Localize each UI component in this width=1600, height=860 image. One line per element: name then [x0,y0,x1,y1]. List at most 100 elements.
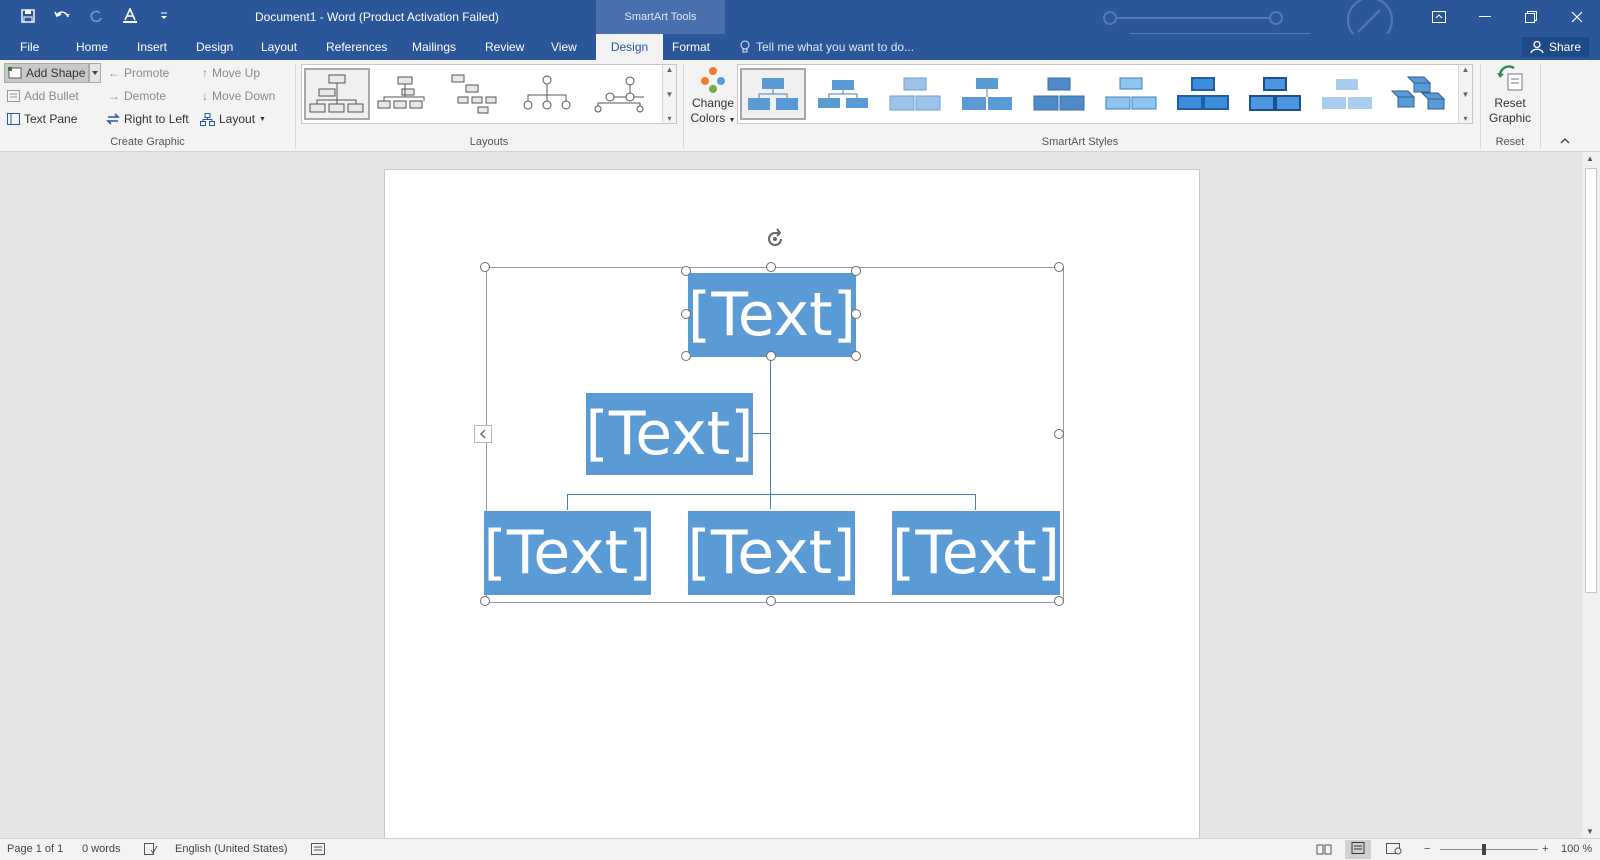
redo-icon[interactable] [86,6,106,26]
move-up-button[interactable]: ↑ Move Up [202,63,260,83]
smartart-child-node-3[interactable]: [Text] [892,511,1060,595]
style-option-intense-effect[interactable] [1026,68,1092,120]
customize-quick-access-icon[interactable] [154,6,174,26]
tab-review[interactable]: Review [475,34,534,60]
add-shape-icon [8,67,22,79]
title-bar: Document1 - Word (Product Activation Fai… [0,0,1600,60]
resize-handle-bottom-right[interactable] [1054,596,1064,606]
smartart-child-node-1[interactable]: [Text] [483,511,652,595]
style-option-brick-scene[interactable] [1386,68,1452,120]
node-handle-right[interactable] [851,309,861,319]
page-count[interactable]: Page 1 of 1 [7,843,63,855]
smartart-assistant-node[interactable]: [Text] [585,393,754,475]
zoom-slider-track[interactable] [1440,849,1538,850]
tab-view[interactable]: View [541,34,587,60]
zoom-slider-thumb[interactable] [1482,844,1486,855]
style-option-subtle-effect[interactable] [882,68,948,120]
smartart-top-node[interactable]: [Text] [688,273,856,357]
tab-mailings[interactable]: Mailings [402,34,466,60]
proofing-icon[interactable] [144,843,158,858]
scroll-up-icon[interactable]: ▲ [1586,154,1594,163]
layout-option-hierarchy[interactable] [586,68,652,120]
style-option-simple-fill[interactable] [740,68,806,120]
connector-right-drop [975,494,976,510]
node-handle-top-left[interactable] [681,266,691,276]
layout-option-name-title-org-chart[interactable] [372,68,438,120]
layouts-gallery[interactable]: ▲ ▼ ▾ [301,64,677,124]
layouts-gallery-scroll[interactable]: ▲ ▼ ▾ [662,65,676,123]
arrow-down-icon: ↓ [202,89,208,103]
text-pane-button[interactable]: Text Pane [7,109,77,129]
group-separator [295,64,296,148]
tab-smartart-design[interactable]: Design [596,34,663,60]
layout-option-org-chart[interactable] [304,68,370,120]
move-down-button[interactable]: ↓ Move Down [202,86,275,106]
print-layout-icon[interactable] [1345,840,1371,859]
layout-option-half-circle-org-chart[interactable] [444,68,510,120]
share-button[interactable]: Share [1522,37,1590,57]
tab-layout[interactable]: Layout [251,34,307,60]
tab-file[interactable]: File [10,34,49,60]
add-shape-button[interactable]: Add Shape [4,63,90,83]
tab-references[interactable]: References [316,34,397,60]
style-option-white-outline[interactable] [810,68,876,120]
ribbon-display-options-icon[interactable] [1416,0,1462,34]
style-option-cartoon[interactable] [1242,68,1308,120]
zoom-out-icon[interactable]: − [1424,843,1430,855]
right-to-left-button[interactable]: Right to Left [106,109,189,129]
restore-icon[interactable] [1508,0,1554,34]
tab-insert[interactable]: Insert [127,34,177,60]
close-icon[interactable] [1554,0,1600,34]
node-handle-bottom-left[interactable] [681,351,691,361]
scroll-down-icon[interactable]: ▼ [1586,827,1594,836]
style-option-moderate-effect[interactable] [954,68,1020,120]
smartart-styles-gallery[interactable]: ▲ ▼ ▾ [737,64,1473,124]
reset-graphic-button[interactable]: Reset Graphic [1484,64,1536,126]
resize-handle-top[interactable] [766,262,776,272]
resize-handle-bottom[interactable] [766,596,776,606]
minimize-icon[interactable] [1462,0,1508,34]
language-indicator[interactable]: English (United States) [175,843,288,855]
demote-button[interactable]: → Demote [108,86,166,106]
rotate-handle-icon[interactable] [762,226,788,252]
resize-handle-top-right[interactable] [1054,262,1064,272]
layout-button[interactable]: Layout ▼ [200,109,266,129]
node-handle-bottom[interactable] [766,351,776,361]
node-handle-bottom-right[interactable] [851,351,861,361]
tab-home[interactable]: Home [66,34,118,60]
change-colors-button[interactable]: Change Colors ▼ [688,64,738,128]
node-handle-left[interactable] [681,309,691,319]
style-option-powder[interactable] [1314,68,1380,120]
word-count[interactable]: 0 words [82,843,121,855]
add-shape-dropdown[interactable] [89,63,101,83]
resize-handle-bottom-left[interactable] [480,596,490,606]
resize-handle-right[interactable] [1054,429,1064,439]
save-icon[interactable] [18,6,38,26]
style-option-inset[interactable] [1170,68,1236,120]
dropdown-arrow-icon [92,71,98,75]
macro-record-icon[interactable] [311,843,325,858]
read-mode-icon[interactable] [1316,843,1332,858]
zoom-in-icon[interactable]: + [1542,843,1548,855]
tell-me-box[interactable]: Tell me what you want to do... [740,34,914,60]
zoom-level[interactable]: 100 % [1561,843,1592,855]
add-bullet-button[interactable]: Add Bullet [7,86,79,106]
create-graphic-group-label: Create Graphic [110,136,185,148]
style-option-polished[interactable] [1098,68,1164,120]
styles-gallery-scroll[interactable]: ▲ ▼ ▾ [1458,65,1472,123]
layout-option-circle-picture-hierarchy[interactable] [514,68,580,120]
scrollbar-thumb[interactable] [1585,168,1597,593]
undo-icon[interactable] [52,6,72,26]
web-layout-icon[interactable] [1386,843,1402,858]
node-handle-top-right[interactable] [851,266,861,276]
tab-smartart-format[interactable]: Format [662,34,720,60]
tab-design[interactable]: Design [186,34,243,60]
text-pane-toggle-icon[interactable] [474,425,492,443]
vertical-scrollbar[interactable]: ▲ ▼ [1582,152,1600,838]
resize-handle-top-left[interactable] [480,262,490,272]
demote-label: Demote [124,89,167,103]
promote-button[interactable]: ← Promote [108,63,169,83]
font-color-icon[interactable] [120,6,140,26]
smartart-child-node-2[interactable]: [Text] [687,511,856,595]
collapse-ribbon-icon[interactable] [1560,136,1570,147]
